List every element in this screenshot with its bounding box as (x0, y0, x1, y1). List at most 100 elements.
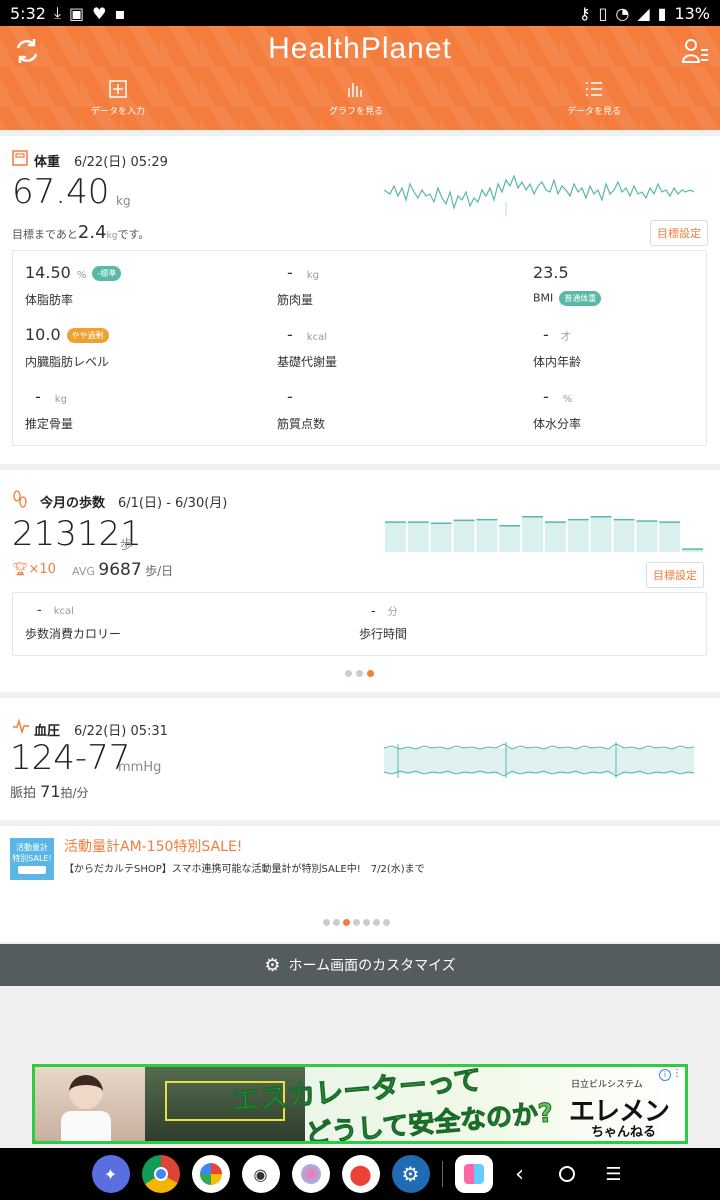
page-dot-active[interactable] (343, 919, 350, 926)
nav-input-data[interactable]: データを入力 (58, 80, 178, 117)
pressure-chart (384, 742, 695, 778)
body-age-unit: 才 (560, 332, 571, 343)
metric-muscle[interactable]: - kg 筋肉量 (277, 261, 507, 321)
metric-body-water[interactable]: -% 体水分率 (533, 385, 720, 445)
camera-app-icon[interactable]: ◉ (241, 1155, 280, 1193)
page-dot[interactable] (353, 919, 360, 926)
status-bar: 5:32 ⤓ ▣ ♥ ▪ ⚷ ▯ ◔ ◢ ▮ 13% (0, 0, 720, 26)
recents-icon[interactable]: ☰ (599, 1164, 629, 1185)
basal-metabolism-unit: kcal (306, 332, 327, 343)
steps-bar-top (613, 518, 635, 521)
page-dot[interactable] (363, 919, 370, 926)
back-icon[interactable]: ‹ (505, 1162, 535, 1187)
steps-bar-top (545, 521, 566, 523)
body-water-label: 体水分率 (533, 417, 582, 431)
customize-home-button[interactable]: ⚙ ホーム画面のカスタマイズ (0, 944, 720, 986)
gallery-app-icon[interactable] (291, 1155, 330, 1193)
goal-value: 2.4 (77, 222, 107, 243)
bmi-badge: 普通体重 (559, 291, 602, 306)
steps-bar (430, 522, 452, 552)
scale-icon (12, 150, 28, 166)
settings-app-icon[interactable]: ⚙ (391, 1155, 430, 1193)
metric-muscle-quality[interactable]: - 筋質点数 (277, 385, 507, 445)
steps-bar-top (407, 521, 429, 523)
steps-bar-top (590, 516, 612, 518)
battery-icon: ▮ (657, 3, 667, 23)
assistant-app-icon[interactable]: ✦ (91, 1155, 130, 1193)
body-fat-value: 14.50 (25, 263, 71, 282)
promo-card[interactable]: 活動量計 特別SALE! 活動量計AM-150特別SALE! 【からだカルテSH… (0, 826, 720, 942)
nav-input-label: データを入力 (90, 107, 145, 117)
metric-walk-time[interactable]: -分 歩行時間 (359, 601, 589, 661)
steps-title: 今月の歩数 (40, 496, 106, 511)
steps-bar (613, 518, 635, 552)
body-age-value: - (543, 325, 549, 344)
pulse-readout: 脈拍 71拍/分 (10, 782, 89, 801)
steps-bar (385, 521, 406, 552)
steps-unit: 歩 (120, 538, 134, 553)
visceral-fat-value: 10.0 (25, 325, 61, 344)
basal-metabolism-label: 基礎代謝量 (277, 355, 338, 369)
steps-bar (476, 518, 498, 552)
pulse-unit: 拍/分 (60, 786, 89, 800)
ad-brand-small: 日立ビルシステム (571, 1080, 643, 1090)
page-dot[interactable] (373, 919, 380, 926)
metric-basal-metabolism[interactable]: - kcal 基礎代謝量 (277, 323, 507, 383)
photos-app-icon[interactable] (191, 1155, 230, 1193)
steps-bar-top (636, 520, 658, 522)
walk-time-unit: 分 (387, 607, 398, 618)
steps-metrics-grid: - kcal 歩数消費カロリー -分 歩行時間 (12, 592, 707, 656)
steps-bar-top (430, 522, 452, 524)
pulse-value: 71 (40, 782, 61, 801)
steps-bar-top (522, 516, 543, 518)
ad-info-icon[interactable]: i (659, 1069, 671, 1081)
metric-body-fat[interactable]: 14.50% -標準 体脂肪率 (25, 261, 255, 321)
steps-bar (590, 516, 612, 552)
user-settings-icon[interactable] (680, 36, 710, 66)
weight-title: 体重 (34, 155, 61, 170)
chrome-app-icon[interactable] (141, 1155, 180, 1193)
nav-data-list[interactable]: データを見る (534, 80, 654, 117)
page-dot[interactable] (345, 670, 352, 677)
weight-goal-button[interactable]: 目標設定 (650, 220, 708, 246)
promo-title[interactable]: 活動量計AM-150特別SALE! (64, 836, 242, 856)
basal-metabolism-value: - (287, 325, 293, 344)
muscle-quality-label: 筋質点数 (277, 417, 326, 431)
page-dot[interactable] (383, 919, 390, 926)
key-icon: ⚷ (578, 3, 591, 23)
weight-card[interactable]: 体重 6/22(日) 05:29 67.40 kg 目標まであと2.4kgです。… (0, 136, 720, 464)
steps-goal-button[interactable]: 目標設定 (646, 562, 704, 588)
ad-menu-icon[interactable]: ⋮ (672, 1068, 682, 1079)
metric-step-calories[interactable]: - kcal 歩数消費カロリー (25, 601, 255, 661)
steps-card[interactable]: 今月の歩数 6/1(日) - 6/30(月) 213121 歩 🏆︎×10 AV… (0, 470, 720, 692)
muscle-label: 筋肉量 (277, 293, 314, 307)
promo-thumbnail[interactable]: 活動量計 特別SALE! (10, 838, 54, 880)
avg-unit: 歩/日 (145, 564, 174, 578)
page-dot[interactable] (356, 670, 363, 677)
ad-banner[interactable]: エスカレーターって どうして安全なのか? 日立ビルシステム エレメン ちゃんねる… (32, 1064, 688, 1144)
muscle-unit: kg (306, 270, 319, 281)
maps-app-icon[interactable]: ⬤ (341, 1155, 380, 1193)
steps-bar (545, 521, 566, 552)
promo-page-indicator[interactable] (323, 919, 390, 926)
bone-mass-label: 推定骨量 (25, 417, 74, 431)
page-dot[interactable] (333, 919, 340, 926)
promo-description: 【からだカルテSHOP】スマホ連携可能な活動量計が特別SALE中! 7/2(水)… (64, 864, 425, 875)
steps-date: 6/1(日) - 6/30(月) (118, 496, 228, 511)
download-icon: ⤓ (53, 3, 62, 22)
metric-body-age[interactable]: -才 体内年齢 (533, 323, 720, 383)
metric-bmi[interactable]: 23.5 BMI 普通体重 (533, 261, 720, 321)
metric-visceral-fat[interactable]: 10.0 やや過剰 内臓脂肪レベル (25, 323, 255, 383)
trophy-value: ×10 (28, 562, 56, 577)
app-drawer-icon[interactable] (454, 1155, 493, 1193)
nav-graph[interactable]: グラフを見る (296, 80, 416, 117)
metric-bone-mass[interactable]: - kg 推定骨量 (25, 385, 255, 445)
blood-pressure-card[interactable]: 血圧 6/22(日) 05:31 124-77 mmHg 脈拍 71拍/分 (0, 698, 720, 820)
page-dot-active[interactable] (367, 670, 374, 677)
home-icon[interactable] (558, 1166, 575, 1182)
steps-page-indicator[interactable] (345, 670, 374, 677)
body-fat-unit: % (76, 270, 87, 281)
page-dot[interactable] (323, 919, 330, 926)
steps-bar (659, 521, 681, 552)
weight-date: 6/22(日) 05:29 (74, 155, 168, 170)
